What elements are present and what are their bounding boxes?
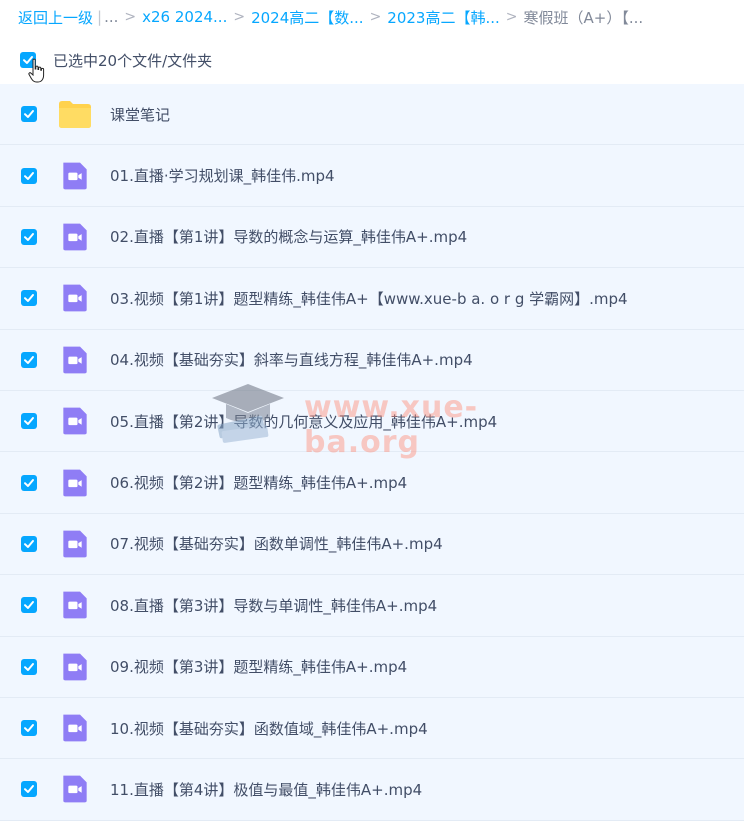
row-checkbox[interactable]: [21, 781, 37, 798]
check-icon: [24, 110, 34, 119]
list-item[interactable]: 11.直播【第4讲】极值与最值_韩佳伟A+.mp4: [0, 759, 744, 821]
back-link[interactable]: 返回上一级: [18, 7, 93, 28]
list-item[interactable]: 03.视频【第1讲】题型精练_韩佳伟A+【www.xue-b a. o r g …: [0, 268, 744, 330]
check-icon: [24, 539, 34, 548]
list-item[interactable]: 08.直播【第3讲】导数与单调性_韩佳伟A+.mp4: [0, 575, 744, 637]
chevron-right-icon: >: [124, 9, 137, 25]
check-icon: [24, 355, 34, 364]
row-checkbox[interactable]: [21, 597, 37, 614]
check-icon: [24, 724, 34, 733]
breadcrumb-current: 寒假班（A+）【...: [523, 8, 644, 27]
file-name: 09.视频【第3讲】题型精练_韩佳伟A+.mp4: [110, 658, 408, 677]
breadcrumb-divider: |: [97, 8, 103, 26]
breadcrumb-item[interactable]: x26 2024...: [142, 8, 227, 26]
file-name: 课堂笔记: [110, 105, 171, 124]
row-checkbox[interactable]: [21, 167, 37, 184]
video-file-icon: [57, 403, 93, 439]
row-checkbox[interactable]: [21, 658, 37, 675]
breadcrumb-ellipsis[interactable]: ...: [104, 8, 118, 26]
row-checkbox[interactable]: [21, 720, 37, 737]
list-item[interactable]: 10.视频【基础夯实】函数值域_韩佳伟A+.mp4: [0, 697, 744, 760]
selection-count-label: 已选中20个文件/文件夹: [53, 51, 213, 70]
check-icon: [24, 232, 34, 241]
list-item[interactable]: 09.视频【第3讲】题型精练_韩佳伟A+.mp4: [0, 636, 744, 698]
video-file-icon: [57, 771, 93, 807]
breadcrumb-item[interactable]: 2023高二【韩...: [387, 7, 499, 28]
video-file-icon: [57, 158, 93, 194]
video-file-icon: [57, 649, 93, 685]
video-file-icon: [57, 342, 93, 378]
file-name: 04.视频【基础夯实】斜率与直线方程_韩佳伟A+.mp4: [110, 351, 473, 370]
list-item[interactable]: 07.视频【基础夯实】函数单调性_韩佳伟A+.mp4: [0, 513, 744, 576]
file-name: 08.直播【第3讲】导数与单调性_韩佳伟A+.mp4: [110, 596, 438, 615]
row-checkbox[interactable]: [21, 351, 37, 368]
video-file-icon: [57, 587, 93, 623]
check-icon: [24, 601, 34, 610]
file-name: 10.视频【基础夯实】函数值域_韩佳伟A+.mp4: [110, 719, 428, 738]
chevron-right-icon: >: [369, 9, 382, 25]
breadcrumb: 返回上一级 | ... > x26 2024... > 2024高二【数... …: [0, 0, 744, 34]
chevron-right-icon: >: [233, 9, 246, 25]
list-item[interactable]: 05.直播【第2讲】导数的几何意义及应用_韩佳伟A+.mp4: [0, 390, 744, 453]
video-file-icon: [57, 710, 93, 746]
file-name: 06.视频【第2讲】题型精练_韩佳伟A+.mp4: [110, 474, 408, 493]
check-icon: [24, 171, 34, 180]
video-file-icon: [57, 280, 93, 316]
file-name: 01.直播·学习规划课_韩佳伟.mp4: [110, 167, 335, 186]
check-icon: [24, 294, 34, 303]
list-item[interactable]: 课堂笔记: [0, 84, 744, 146]
list-item[interactable]: 06.视频【第2讲】题型精练_韩佳伟A+.mp4: [0, 452, 744, 514]
check-icon: [24, 662, 34, 671]
breadcrumb-item[interactable]: 2024高二【数...: [251, 7, 363, 28]
list-item[interactable]: 02.直播【第1讲】导数的概念与运算_韩佳伟A+.mp4: [0, 206, 744, 269]
file-list: 课堂笔记 01.直播·学习规划课_韩佳伟.mp4 02.直播【第1讲】导数的概念…: [0, 84, 744, 821]
file-name: 07.视频【基础夯实】函数单调性_韩佳伟A+.mp4: [110, 535, 443, 554]
selection-bar: 已选中20个文件/文件夹: [0, 40, 744, 80]
row-checkbox[interactable]: [21, 106, 37, 123]
row-checkbox[interactable]: [21, 228, 37, 245]
video-file-icon: [57, 465, 93, 501]
file-name: 11.直播【第4讲】极值与最值_韩佳伟A+.mp4: [110, 780, 423, 799]
file-name: 03.视频【第1讲】题型精练_韩佳伟A+【www.xue-b a. o r g …: [110, 289, 628, 308]
list-item[interactable]: 01.直播·学习规划课_韩佳伟.mp4: [0, 145, 744, 207]
list-item[interactable]: 04.视频【基础夯实】斜率与直线方程_韩佳伟A+.mp4: [0, 329, 744, 391]
video-file-icon: [57, 526, 93, 562]
check-icon: [24, 417, 34, 426]
video-file-icon: [57, 219, 93, 255]
row-checkbox[interactable]: [21, 535, 37, 552]
check-icon: [24, 785, 34, 794]
folder-icon: [57, 96, 93, 132]
row-checkbox[interactable]: [21, 290, 37, 307]
check-icon: [24, 478, 34, 487]
file-name: 05.直播【第2讲】导数的几何意义及应用_韩佳伟A+.mp4: [110, 412, 498, 431]
chevron-right-icon: >: [505, 9, 518, 25]
row-checkbox[interactable]: [21, 474, 37, 491]
hand-cursor-icon: [28, 58, 45, 83]
row-checkbox[interactable]: [21, 413, 37, 430]
file-name: 02.直播【第1讲】导数的概念与运算_韩佳伟A+.mp4: [110, 228, 468, 247]
